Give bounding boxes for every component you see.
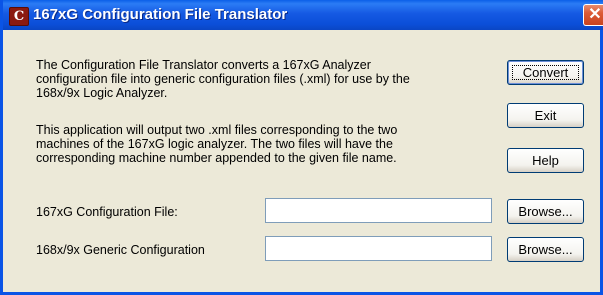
exit-button[interactable]: Exit bbox=[507, 103, 584, 128]
description-line-5: machines of the 167xG logic analyzer. Th… bbox=[36, 137, 393, 151]
generic-config-label: 168x/9x Generic Configuration bbox=[36, 243, 205, 257]
help-button-label: Help bbox=[532, 153, 559, 168]
close-icon[interactable]: ✕ bbox=[583, 4, 603, 26]
translator-window: C 167xG Configuration File Translator ✕ … bbox=[0, 0, 603, 295]
window-title: 167xG Configuration File Translator bbox=[33, 6, 288, 23]
description-line-1: The Configuration File Translator conver… bbox=[36, 58, 371, 72]
description-line-6: corresponding machine number appended to… bbox=[36, 151, 397, 165]
description-line-3: 168x/9x Logic Analyzer. bbox=[36, 86, 168, 100]
app-logo-icon: C bbox=[9, 7, 29, 26]
title-bar[interactable]: C 167xG Configuration File Translator ✕ bbox=[3, 0, 603, 30]
description-line-4: This application will output two .xml fi… bbox=[36, 123, 398, 137]
browse-generic-button-label: Browse... bbox=[518, 242, 573, 257]
browse-config-button-label: Browse... bbox=[518, 204, 573, 219]
generic-config-input[interactable] bbox=[265, 236, 492, 261]
help-button[interactable]: Help bbox=[507, 148, 584, 173]
browse-generic-button[interactable]: Browse... bbox=[507, 237, 584, 262]
config-file-input[interactable] bbox=[265, 198, 492, 223]
exit-button-label: Exit bbox=[534, 108, 557, 123]
browse-config-button[interactable]: Browse... bbox=[507, 199, 584, 224]
config-file-label: 167xG Configuration File: bbox=[36, 205, 178, 219]
convert-button[interactable]: Convert bbox=[507, 60, 584, 85]
description-line-2: configuration file into generic configur… bbox=[36, 72, 410, 86]
convert-button-label: Convert bbox=[522, 65, 569, 80]
